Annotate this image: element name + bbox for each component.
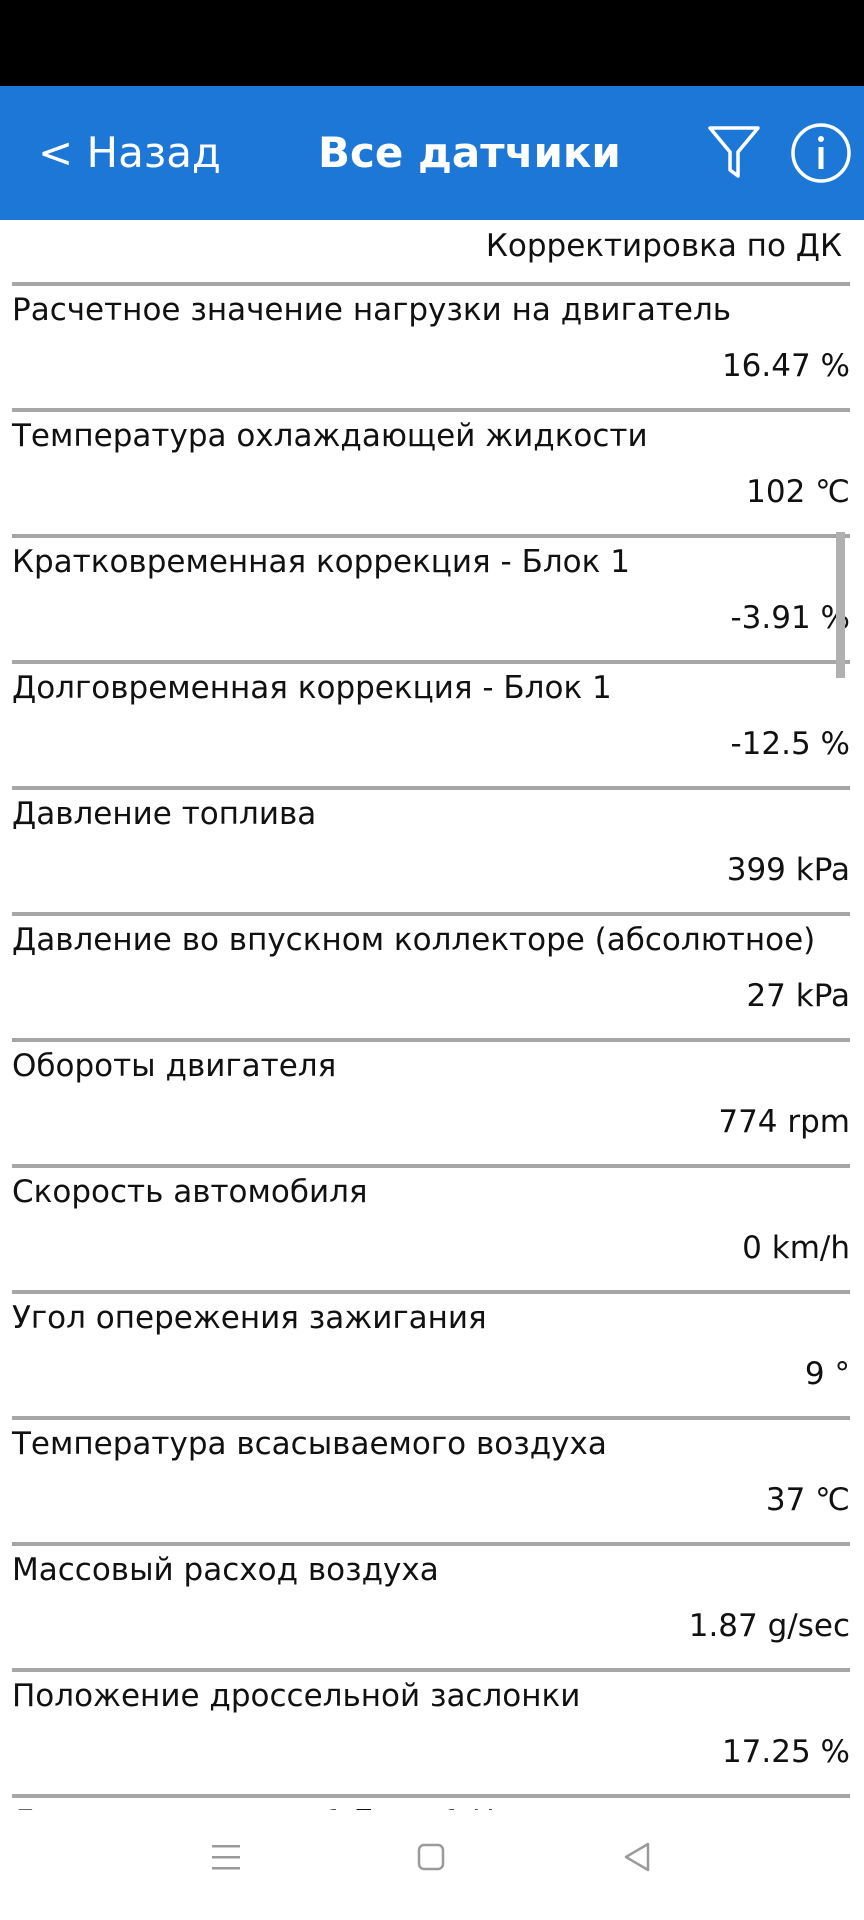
sensor-value: 37 ℃ [765, 1482, 850, 1518]
back-icon[interactable] [622, 1840, 652, 1874]
sensor-value: 16.47 % [721, 348, 850, 384]
sensor-label: Скорость автомобиля [12, 1174, 368, 1210]
sensor-row[interactable]: Температура охлаждающей жидкости 102 ℃ [12, 408, 850, 532]
sensor-value: 0 km/h [742, 1230, 850, 1266]
app-header: < Назад Все датчики [0, 86, 864, 220]
scrollbar-thumb[interactable] [836, 532, 845, 678]
sensor-list-container[interactable]: Корректировка по ДК Расчетное значение н… [0, 220, 864, 1810]
sensor-value: 9 ° [804, 1356, 850, 1392]
status-bar [0, 0, 864, 86]
sensor-label: Обороты двигателя [12, 1048, 337, 1084]
sensor-label: Массовый расход воздуха [12, 1552, 439, 1588]
sensor-row[interactable]: Температура всасываемого воздуха 37 ℃ [12, 1416, 850, 1540]
sensor-label: Угол опережения зажигания [12, 1300, 487, 1336]
sensor-row[interactable]: Долговременная коррекция - Блок 1 -12.5 % [12, 660, 850, 784]
sensor-label: Давление во впускном коллекторе (абсолют… [12, 922, 816, 958]
menu-icon[interactable] [210, 1840, 242, 1874]
sensor-row[interactable]: Давление топлива 399 kPa [12, 786, 850, 910]
sensor-label: Давление топлива [12, 796, 317, 832]
sensor-label: Положение дроссельной заслонки [12, 1678, 581, 1714]
page-title: Все датчики [318, 128, 621, 177]
sensor-label: Расчетное значение нагрузки на двигатель [12, 292, 732, 328]
sensor-value: 774 rpm [718, 1104, 850, 1140]
sensor-row[interactable]: Расчетное значение нагрузки на двигатель… [12, 282, 850, 406]
sensor-row[interactable]: Положение дроссельной заслонки 17.25 % [12, 1668, 850, 1792]
sensor-row[interactable]: Давление во впускном коллекторе (абсолют… [12, 912, 850, 1036]
sensor-row[interactable]: Датчик кислорода 1 Блок 1 Напряжение [12, 1794, 850, 1810]
info-icon[interactable] [790, 122, 852, 184]
sensor-label: Температура охлаждающей жидкости [12, 418, 648, 454]
sensor-row[interactable]: Массовый расход воздуха 1.87 g/sec [12, 1542, 850, 1666]
sensor-row[interactable]: Обороты двигателя 774 rpm [12, 1038, 850, 1162]
sensor-value: 1.87 g/sec [688, 1608, 850, 1644]
home-icon[interactable] [416, 1842, 446, 1872]
sensor-label: Долговременная коррекция - Блок 1 [12, 670, 612, 706]
sensor-value: 399 kPa [726, 852, 850, 888]
sensor-value: -3.91 % [730, 600, 850, 636]
sensor-row[interactable]: Угол опережения зажигания 9 ° [12, 1290, 850, 1414]
sensor-value: 17.25 % [721, 1734, 850, 1770]
filter-icon[interactable] [706, 122, 762, 182]
system-nav-bar [0, 1810, 864, 1920]
sensor-value: -12.5 % [730, 726, 850, 762]
sensor-value: 27 kPa [746, 978, 850, 1014]
section-label: Корректировка по ДК [485, 228, 842, 264]
sensor-value: 102 ℃ [746, 474, 850, 510]
sensor-row[interactable]: Скорость автомобиля 0 km/h [12, 1164, 850, 1288]
sensor-row[interactable]: Кратковременная коррекция - Блок 1 -3.91 … [12, 534, 850, 658]
back-button[interactable]: < Назад [38, 86, 221, 220]
sensor-label: Температура всасываемого воздуха [12, 1426, 607, 1462]
sensor-list: Расчетное значение нагрузки на двигатель… [12, 282, 850, 1810]
sensor-label: Кратковременная коррекция - Блок 1 [12, 544, 630, 580]
